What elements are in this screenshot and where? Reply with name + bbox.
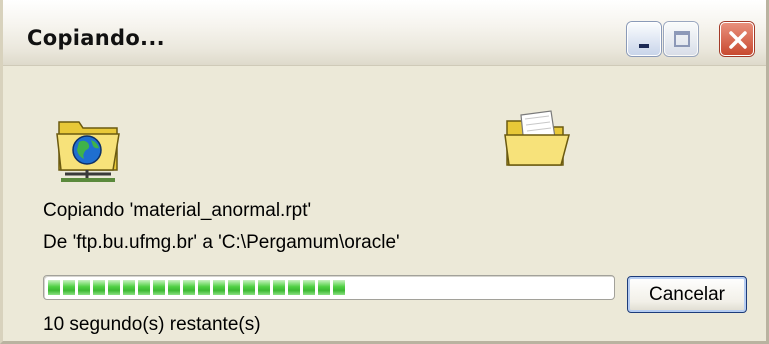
window-title: Copiando... <box>27 26 165 50</box>
copying-file-label: Copiando 'material_anormal.rpt' <box>43 200 312 221</box>
progress-bar <box>43 275 615 300</box>
minimize-button[interactable] <box>627 22 661 56</box>
progress-block <box>243 280 255 295</box>
progress-block <box>93 280 105 295</box>
copy-dialog: Copiando... Copiando 'material_anormal.r… <box>0 0 769 344</box>
progress-block <box>153 280 165 295</box>
progress-block <box>78 280 90 295</box>
progress-block <box>198 280 210 295</box>
progress-block <box>138 280 150 295</box>
maximize-icon <box>674 31 690 47</box>
network-folder-icon <box>53 112 125 190</box>
close-button[interactable] <box>720 22 754 56</box>
progress-block <box>213 280 225 295</box>
progress-block <box>228 280 240 295</box>
source-destination-label: De 'ftp.bu.ufmg.br' a 'C:\Pergamum\oracl… <box>43 232 400 253</box>
progress-block <box>333 280 345 295</box>
progress-block <box>48 280 60 295</box>
progress-block <box>273 280 285 295</box>
close-icon <box>729 31 747 49</box>
progress-block <box>63 280 75 295</box>
title-bar[interactable]: Copiando... <box>3 0 766 66</box>
progress-block <box>123 280 135 295</box>
progress-block <box>318 280 330 295</box>
time-remaining-label: 10 segundo(s) restante(s) <box>43 314 261 335</box>
open-folder-icon <box>501 107 573 177</box>
maximize-button[interactable] <box>664 22 698 56</box>
progress-block <box>168 280 180 295</box>
progress-block <box>183 280 195 295</box>
progress-block <box>108 280 120 295</box>
progress-fill <box>48 280 348 295</box>
minimize-icon <box>639 44 649 48</box>
progress-block <box>288 280 300 295</box>
progress-block <box>303 280 315 295</box>
progress-block <box>258 280 270 295</box>
cancel-button[interactable]: Cancelar <box>627 276 747 313</box>
